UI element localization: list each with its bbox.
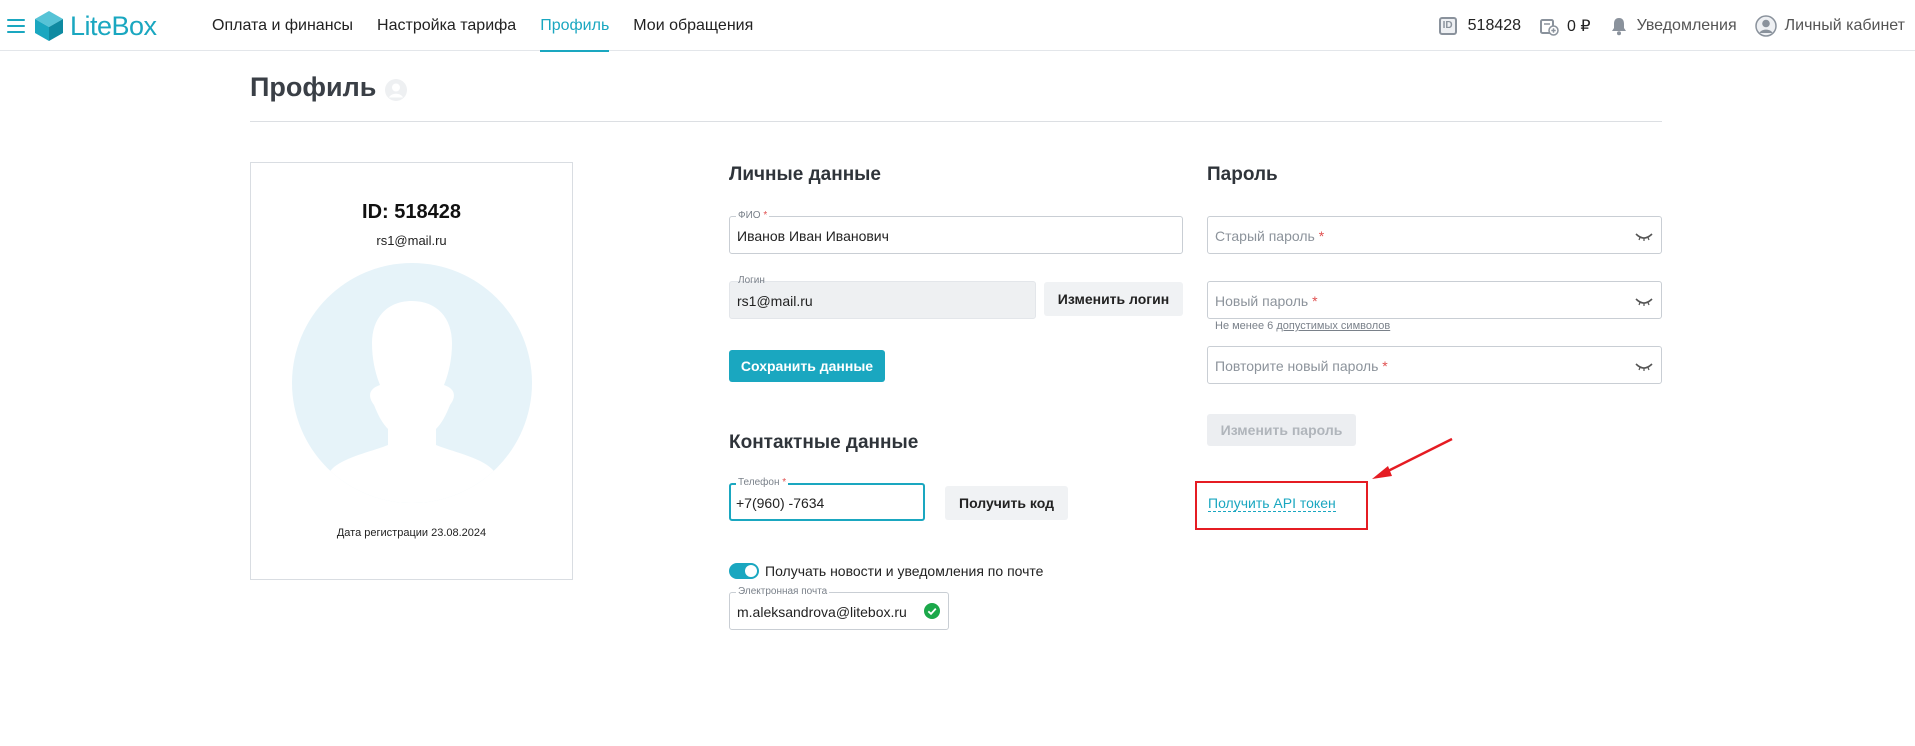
nav-tickets[interactable]: Мои обращения [633, 0, 753, 51]
wallet-add-icon [1540, 18, 1559, 36]
get-api-token-link[interactable]: Получить API токен [1208, 495, 1336, 512]
allowed-chars-link[interactable]: допустимых символов [1276, 320, 1390, 332]
password-hint: Не менее 6 допустимых символов [1215, 320, 1391, 332]
menu-icon[interactable] [7, 19, 25, 33]
nav-tariff[interactable]: Настройка тарифа [377, 0, 516, 51]
phone-field[interactable]: Телефон * +7(960) -7634 [729, 477, 925, 521]
fio-value: Иванов Иван Иванович [737, 228, 889, 244]
repeat-password-placeholder: Повторите новый пароль * [1215, 358, 1388, 374]
notifications[interactable]: Уведомления [1609, 16, 1737, 36]
save-data-button[interactable]: Сохранить данные [729, 350, 885, 382]
avatar-placeholder-icon[interactable] [292, 263, 532, 503]
old-password-placeholder: Старый пароль * [1215, 228, 1325, 244]
user-avatar-icon [1754, 14, 1777, 37]
nav-right: ID 518428 0 ₽ Уведомления Личный кабинет [1421, 0, 1905, 51]
fio-label: ФИО * [736, 210, 770, 222]
password-heading: Пароль [1207, 164, 1278, 185]
email-label: Электронная почта [736, 586, 830, 598]
personal-cabinet[interactable]: Личный кабинет [1754, 14, 1905, 37]
change-password-button[interactable]: Изменить пароль [1207, 414, 1356, 446]
profile-email: rs1@mail.ru [376, 233, 447, 248]
eye-closed-icon[interactable] [1635, 233, 1653, 241]
main-menu: Оплата и финансы Настройка тарифа Профил… [212, 0, 777, 52]
id-icon: ID [1438, 16, 1457, 35]
repeat-password-field[interactable]: Повторите новый пароль * [1207, 346, 1662, 384]
title-divider [250, 121, 1662, 122]
old-password-field[interactable]: Старый пароль * [1207, 216, 1662, 254]
login-label: Логин [738, 275, 765, 286]
profile-card: ID: 518428 rs1@mail.ru Дата регистрации … [250, 162, 573, 580]
verified-check-icon [924, 603, 940, 619]
change-login-button[interactable]: Изменить логин [1044, 282, 1183, 316]
registration-date: Дата регистрации 23.08.2024 [336, 527, 487, 539]
balance-value: 0 ₽ [1567, 17, 1591, 35]
annotation-arrow-icon [1372, 437, 1453, 479]
personal-data-heading: Личные данные [729, 164, 881, 185]
email-value: m.aleksandrova@litebox.ru [737, 604, 907, 620]
nav-profile[interactable]: Профиль [540, 0, 610, 52]
contact-data-heading: Контактные данные [729, 432, 919, 453]
new-password-placeholder: Новый пароль * [1215, 293, 1318, 309]
news-toggle-label: Получать новости и уведомления по почте [765, 563, 1044, 579]
eye-closed-icon[interactable] [1635, 298, 1653, 306]
bell-icon [1611, 17, 1626, 35]
eye-closed-icon[interactable] [1635, 363, 1653, 371]
page-title-text: Профиль [250, 72, 377, 102]
login-field: Логин rs1@mail.ru [729, 275, 1036, 319]
email-field[interactable]: Электронная почта m.aleksandrova@litebox… [729, 586, 949, 630]
litebox-logo-icon [35, 11, 63, 41]
get-code-button[interactable]: Получить код [945, 486, 1068, 520]
phone-value: +7(960) -7634 [736, 495, 825, 511]
balance[interactable]: 0 ₽ [1539, 16, 1591, 36]
litebox-logo[interactable]: LiteBox [35, 11, 157, 41]
account-id[interactable]: ID 518428 [1438, 16, 1522, 35]
top-navigation: LiteBox Оплата и финансы Настройка тариф… [0, 0, 1915, 52]
login-value: rs1@mail.ru [737, 293, 813, 309]
profile-id: ID: 518428 [362, 201, 461, 223]
phone-label: Телефон * [736, 477, 789, 489]
page-title: Профиль [250, 72, 408, 103]
news-toggle[interactable] [729, 563, 759, 579]
notifications-label: Уведомления [1636, 16, 1737, 34]
account-id-value: 518428 [1467, 16, 1522, 34]
fio-field[interactable]: ФИО * Иванов Иван Иванович [729, 210, 1183, 254]
cabinet-label: Личный кабинет [1784, 16, 1905, 34]
brand-name: LiteBox [70, 10, 157, 41]
nav-payments[interactable]: Оплата и финансы [212, 0, 353, 51]
profile-avatar-icon [385, 78, 408, 101]
new-password-field[interactable]: Новый пароль * [1207, 281, 1662, 319]
